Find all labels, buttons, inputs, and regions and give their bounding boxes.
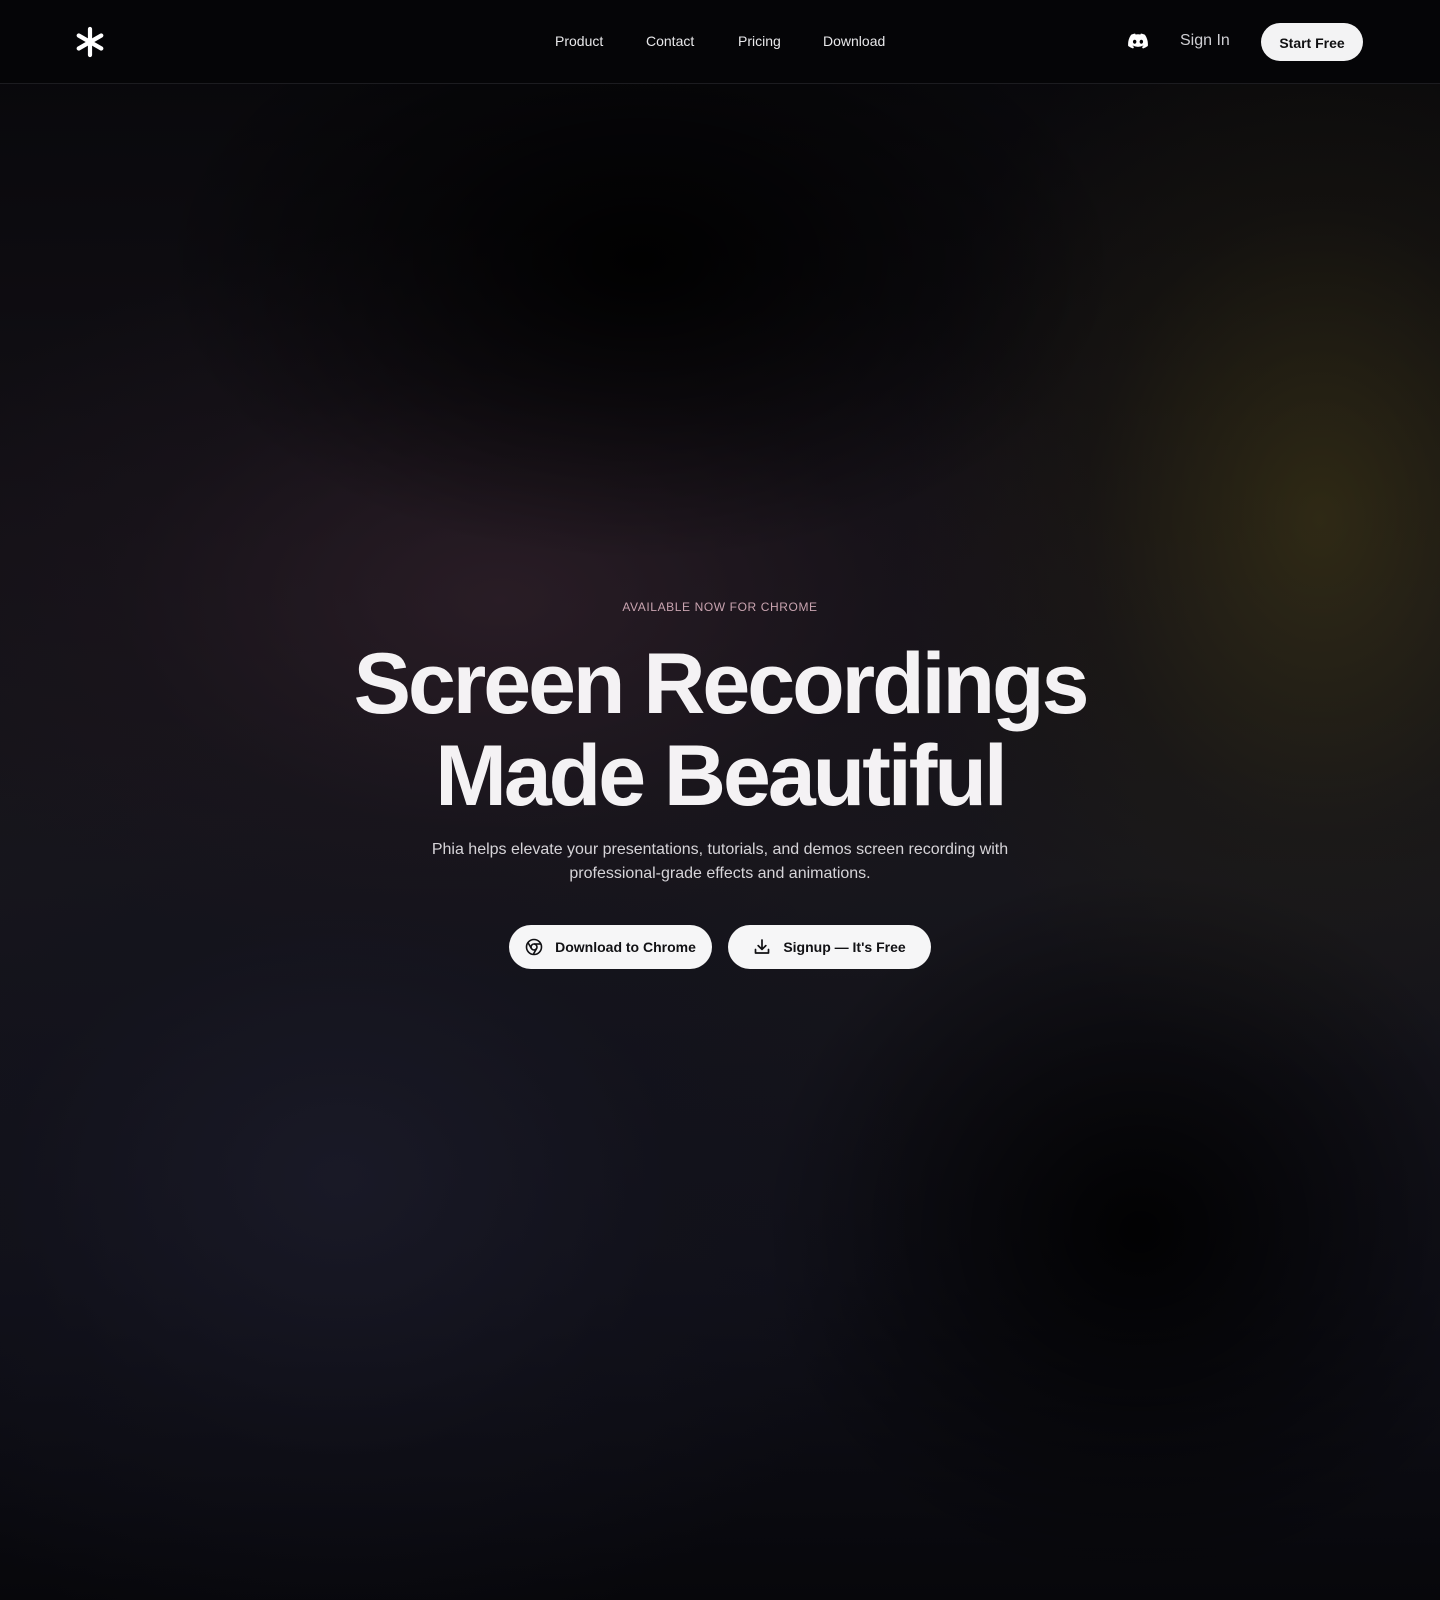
hero-headline-line-1: Screen Recordings: [353, 636, 1090, 732]
availability-eyebrow: AVAILABLE NOW FOR CHROME: [622, 600, 818, 614]
landing-page: Product Contact Pricing Download Sign In…: [0, 0, 1440, 1600]
start-free-button[interactable]: Start Free: [1261, 23, 1363, 61]
download-to-chrome-label: Download to Chrome: [555, 939, 696, 955]
nav-product[interactable]: Product: [555, 32, 603, 50]
chrome-icon: [525, 938, 543, 956]
nav-pricing[interactable]: Pricing: [738, 32, 781, 50]
nav-download[interactable]: Download: [823, 32, 885, 50]
download-to-chrome-button[interactable]: Download to Chrome: [509, 925, 712, 969]
signup-free-label: Signup — It's Free: [783, 939, 906, 955]
nav-contact[interactable]: Contact: [646, 32, 694, 50]
hero-headline: Screen Recordings Made Beautiful: [0, 638, 1440, 822]
signup-free-button[interactable]: Signup — It's Free: [728, 925, 931, 969]
discord-icon[interactable]: [1128, 32, 1148, 50]
hero-subtext: Phia helps elevate your presentations, t…: [431, 841, 1009, 882]
site-header: Product Contact Pricing Download Sign In…: [0, 0, 1440, 84]
hero-headline-line-2: Made Beautiful: [435, 728, 1008, 824]
sign-in-link[interactable]: Sign In: [1180, 31, 1230, 51]
download-icon: [754, 939, 770, 954]
